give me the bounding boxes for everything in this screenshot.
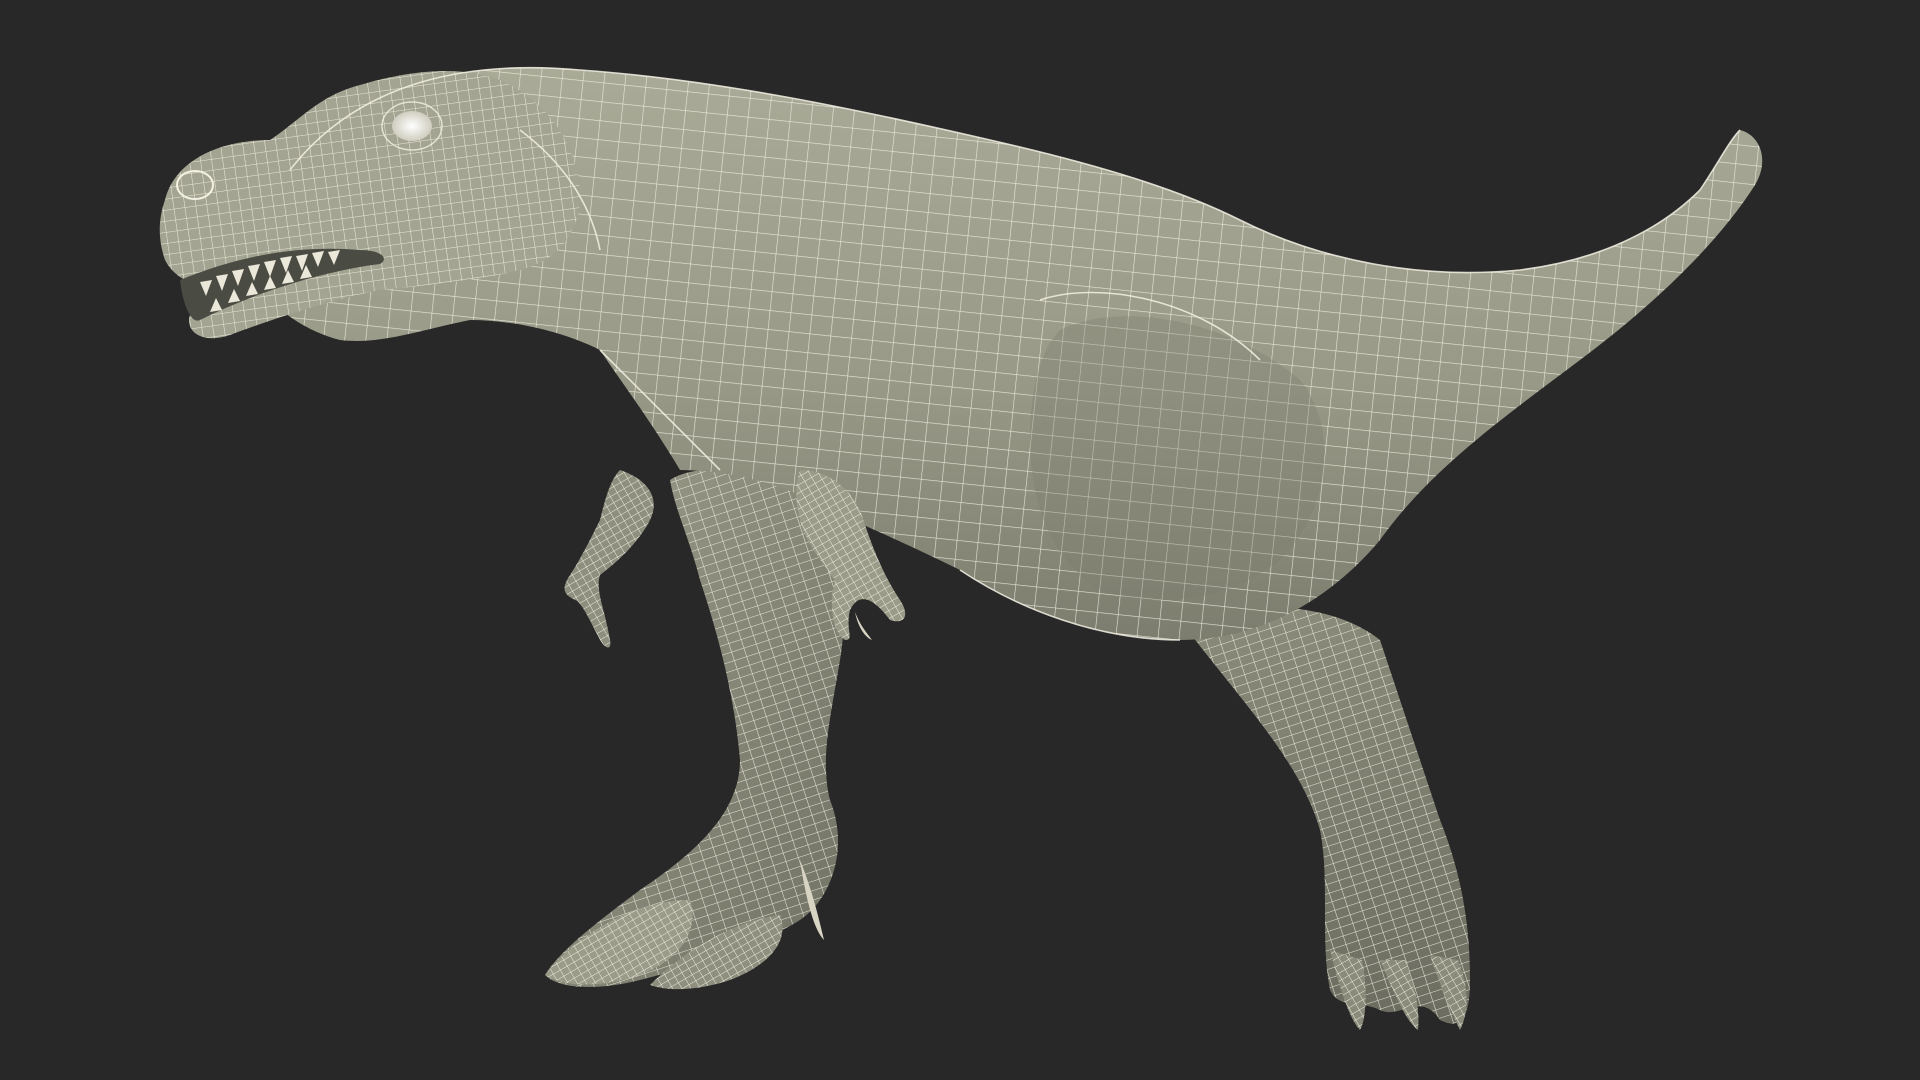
far-arm (564, 470, 654, 648)
eye (392, 111, 432, 141)
t-rex-wireframe-render (159, 66, 1763, 1030)
render-viewport (0, 0, 1920, 1080)
far-leg (1180, 606, 1470, 1030)
